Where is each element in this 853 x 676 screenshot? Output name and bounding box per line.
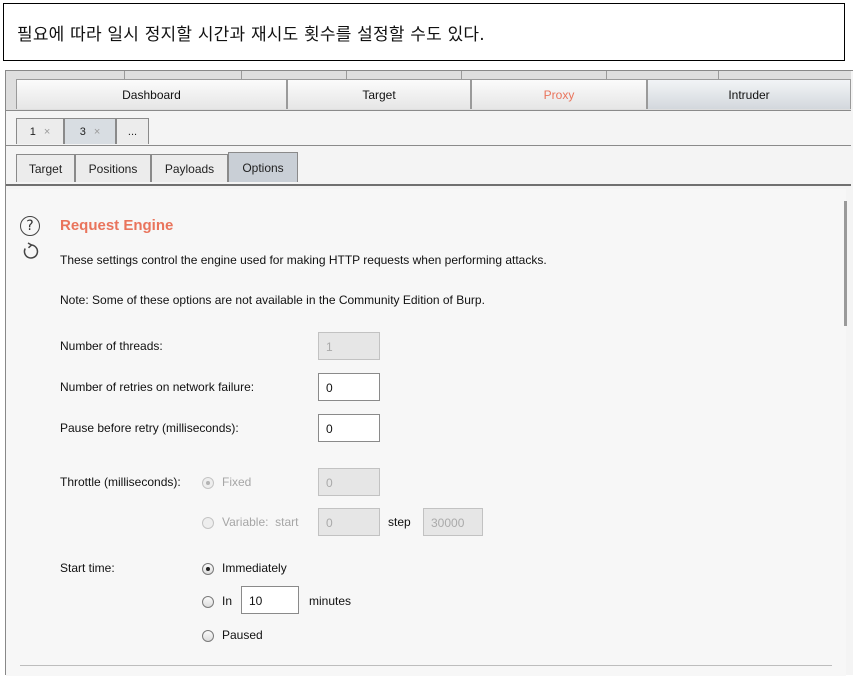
tab-proxy[interactable]: Proxy	[471, 79, 647, 109]
retries-label: Number of retries on network failure:	[60, 380, 255, 394]
tab-dashboard[interactable]: Dashboard	[16, 79, 287, 109]
fixed-radio	[202, 477, 214, 489]
pause-input[interactable]: 0	[318, 414, 380, 442]
main-tab-bar: Dashboard Target Proxy Intruder	[6, 71, 851, 111]
retries-input[interactable]: 0	[318, 373, 380, 401]
burp-window: Dashboard Target Proxy Intruder 1 × 3 × …	[5, 70, 853, 676]
fixed-label: Fixed	[222, 475, 252, 489]
options-panel: ? Request Engine These settings control …	[6, 189, 846, 676]
help-icon[interactable]: ?	[20, 216, 40, 236]
option-tab-bar: Target Positions Payloads Options	[6, 146, 851, 186]
tab-options[interactable]: Options	[228, 152, 298, 182]
tab-row-dividers	[6, 71, 851, 79]
tab-target[interactable]: Target	[287, 79, 471, 109]
tab-intruder[interactable]: Intruder	[647, 79, 851, 109]
in-radio[interactable]	[202, 596, 214, 608]
close-icon[interactable]: ×	[94, 126, 100, 138]
fixed-input: 0	[318, 468, 380, 496]
section-description: These settings control the engine used f…	[60, 253, 547, 267]
caption-text: 필요에 따라 일시 정지할 시간과 재시도 횟수를 설정할 수도 있다.	[17, 25, 485, 45]
restore-defaults-icon[interactable]	[22, 242, 40, 260]
new-attack-tab[interactable]: ...	[116, 118, 149, 144]
section-divider	[20, 665, 832, 666]
start-time-label: Start time:	[60, 561, 115, 575]
immediately-label: Immediately	[222, 561, 287, 575]
in-label: In	[222, 594, 233, 608]
tab-target-options[interactable]: Target	[16, 154, 75, 182]
section-title: Request Engine	[60, 217, 174, 234]
section-note: Note: Some of these options are not avai…	[60, 293, 485, 307]
paused-label: Paused	[222, 628, 263, 642]
attack-tab-1[interactable]: 1 ×	[16, 118, 64, 144]
step-label: step	[388, 515, 411, 529]
attack-tab-label: 3	[79, 125, 86, 138]
in-minutes-input[interactable]: 10	[241, 586, 299, 614]
attack-tab-3[interactable]: 3 ×	[64, 118, 116, 144]
pause-label: Pause before retry (milliseconds):	[60, 421, 239, 435]
step-input: 30000	[423, 508, 483, 536]
immediately-radio[interactable]	[202, 563, 214, 575]
throttle-label: Throttle (milliseconds):	[60, 475, 181, 489]
variable-radio	[202, 517, 214, 529]
attack-tab-label: 1	[29, 125, 36, 138]
caption-box: 필요에 따라 일시 정지할 시간과 재시도 횟수를 설정할 수도 있다.	[3, 3, 845, 61]
close-icon[interactable]: ×	[44, 126, 50, 138]
scrollbar[interactable]	[844, 201, 847, 326]
attack-tab-bar: 1 × 3 × ...	[6, 111, 851, 146]
threads-input: 1	[318, 332, 380, 360]
threads-label: Number of threads:	[60, 339, 163, 353]
tab-payloads[interactable]: Payloads	[151, 154, 228, 182]
tab-positions[interactable]: Positions	[75, 154, 151, 182]
variable-start-input: 0	[318, 508, 380, 536]
variable-label: Variable: start	[222, 515, 299, 529]
paused-radio[interactable]	[202, 630, 214, 642]
minutes-label: minutes	[309, 594, 352, 608]
